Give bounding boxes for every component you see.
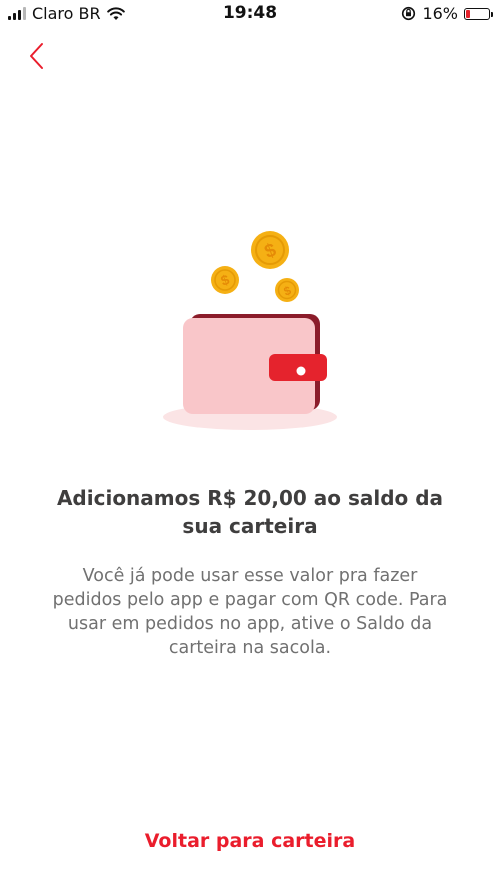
orientation-lock-icon xyxy=(402,6,416,21)
success-headline: Adicionamos R$ 20,00 ao saldo da sua car… xyxy=(56,486,444,538)
back-button[interactable] xyxy=(22,38,54,74)
battery-icon xyxy=(464,7,493,20)
wallet-strap xyxy=(269,354,327,381)
success-description: Você já pode usar esse valor pra fazer p… xyxy=(52,566,448,658)
chevron-left-icon xyxy=(30,43,43,69)
back-to-wallet-button[interactable]: Voltar para carteira xyxy=(100,824,400,858)
coin-small-left-icon: $ xyxy=(211,266,239,294)
wallet-illustration: $ $ $ xyxy=(150,220,350,440)
status-bar: Claro BR 19:48 16% xyxy=(0,0,500,30)
status-right: 16% xyxy=(401,4,493,23)
coin-small-right-icon: $ xyxy=(275,278,299,302)
battery-level xyxy=(466,9,470,18)
coin-large-icon: $ xyxy=(251,231,289,269)
wallet-button xyxy=(296,366,306,376)
battery-percent: 16% xyxy=(422,4,458,23)
